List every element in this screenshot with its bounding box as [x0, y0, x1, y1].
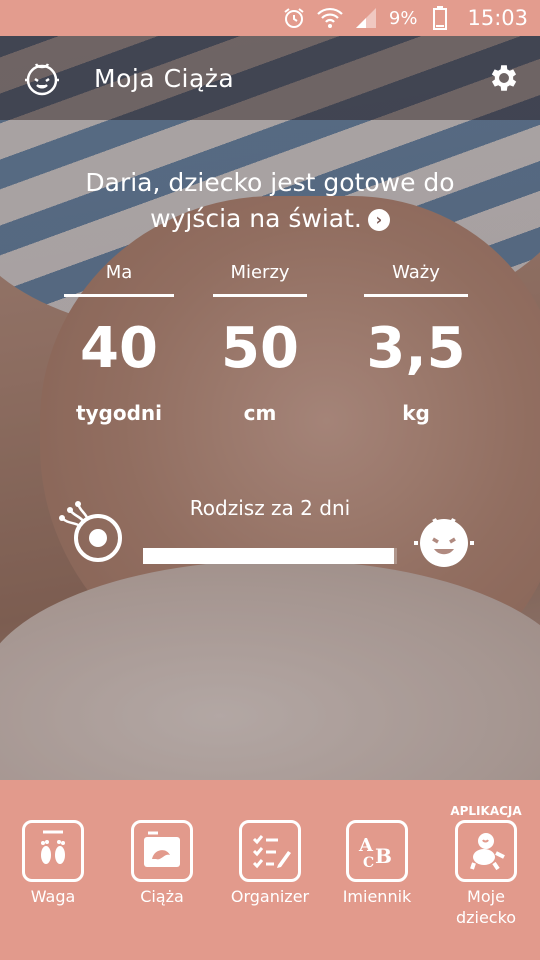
stat-weeks: Ma 40 tygodni — [64, 262, 174, 425]
battery-percent: 9% — [388, 7, 418, 29]
bottom-navigation: APLIKACJA Waga Ciąża Organizer ABC Imien… — [0, 780, 540, 960]
svg-text:B: B — [375, 844, 392, 868]
ultrasound-icon — [131, 820, 193, 882]
nav-label: Moje dziecko — [455, 887, 517, 927]
nav-label: Organizer — [230, 887, 310, 906]
nav-label: Ciąża — [140, 887, 184, 906]
stat-weight: Waży 3,5 kg — [364, 262, 468, 425]
stat-unit: cm — [243, 401, 277, 425]
divider — [364, 294, 468, 297]
stat-value: 40 — [80, 316, 158, 381]
chevron-right-icon[interactable]: › — [367, 209, 390, 231]
crawling-baby-icon — [455, 820, 517, 882]
progress-fill — [143, 548, 395, 564]
wifi-icon — [317, 5, 343, 31]
checklist-icon — [239, 820, 301, 882]
stat-label: Waży — [392, 262, 440, 283]
battery-icon — [427, 5, 453, 31]
gear-icon — [491, 65, 517, 91]
svg-text:C: C — [363, 855, 374, 871]
newborn-icon — [410, 505, 478, 573]
abc-icon: ABC — [346, 820, 408, 882]
app-badge: APLIKACJA — [450, 804, 522, 818]
stat-unit: tygodni — [75, 401, 163, 425]
baby-face-icon — [25, 63, 59, 96]
nav-item-waga[interactable]: Waga — [3, 820, 103, 907]
status-clock: 15:03 — [467, 6, 528, 30]
baby-menu-button[interactable] — [0, 36, 84, 120]
app-bar: Moja Ciąża — [0, 36, 540, 120]
stat-value: 50 — [221, 316, 299, 381]
stat-unit: kg — [402, 401, 430, 425]
due-countdown: Rodzisz za 2 dni — [189, 496, 351, 520]
nav-item-organizer[interactable]: Organizer — [220, 820, 320, 907]
divider — [64, 294, 174, 297]
conception-icon — [50, 490, 126, 566]
stat-label: Ma — [105, 262, 133, 283]
alarm-icon — [281, 5, 307, 31]
stat-label: Mierzy — [230, 262, 290, 283]
pregnancy-headline[interactable]: Daria, dziecko jest gotowe do wyjścia na… — [40, 165, 500, 237]
svg-text:A: A — [358, 835, 374, 856]
signal-icon — [353, 5, 379, 31]
app-title: Moja Ciąża — [94, 63, 235, 93]
settings-button[interactable] — [468, 36, 540, 120]
feet-icon — [22, 820, 84, 882]
nav-item-ciaza[interactable]: Ciąża — [112, 820, 212, 907]
stat-length: Mierzy 50 cm — [213, 262, 307, 425]
nav-item-imiennik[interactable]: ABC Imiennik — [327, 820, 427, 907]
stat-value: 3,5 — [366, 316, 466, 381]
headline-text: Daria, dziecko jest gotowe do wyjścia na… — [85, 168, 455, 233]
divider — [213, 294, 307, 297]
nav-label: Imiennik — [342, 887, 412, 906]
status-bar: 9% 15:03 — [0, 0, 540, 36]
nav-item-moje-dziecko[interactable]: Moje dziecko — [436, 820, 536, 928]
nav-label: Waga — [30, 887, 76, 906]
pregnancy-progress-bar — [143, 548, 397, 564]
